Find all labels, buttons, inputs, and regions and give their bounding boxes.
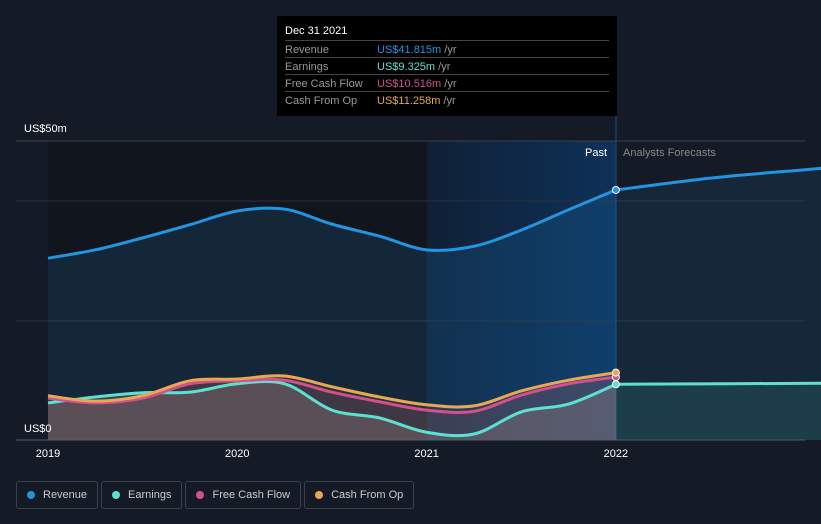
legend-dot-icon [27,491,35,499]
y-label-top: US$50m [24,123,67,135]
tooltip-row: Free Cash Flow US$10.516m /yr [285,74,609,92]
legend-label: Free Cash Flow [212,489,291,501]
tooltip-amount: US$41.815m [377,44,442,56]
tooltip-unit: /yr [438,61,451,73]
tooltip-amount: US$10.516m [377,78,442,90]
tooltip-row: Earnings US$9.325m /yr [285,57,609,75]
tooltip-value: US$9.325m /yr [377,61,450,73]
tooltip-label: Revenue [285,44,330,56]
x-tick-label: 2019 [36,448,60,460]
earnings-forecast-area [615,383,821,440]
legend-label: Cash From Op [331,489,404,501]
tooltip-unit: /yr [444,44,457,56]
tooltip-amount: US$11.258m [377,95,441,107]
legend-label: Earnings [128,489,172,501]
tooltip-row: Cash From Op US$11.258m /yr [285,91,609,109]
legend-dot-icon [315,491,324,499]
legend-item-cash-from-op[interactable]: Cash From Op [304,481,415,509]
revenue-point [611,185,620,194]
tooltip-amount: US$9.325m [377,61,436,73]
cash-from-op-point [611,368,620,377]
tooltip-label: Earnings [285,61,329,73]
tooltip-value: US$11.258m /yr [377,95,456,107]
legend-label: Revenue [43,489,88,501]
x-tick-label: 2022 [604,448,628,460]
forecast-label: Analysts Forecasts [623,147,716,159]
legend-item-revenue[interactable]: Revenue [16,481,99,509]
tooltip-date: Dec 31 2021 [285,25,348,37]
tooltip-value: US$10.516m /yr [377,78,457,90]
legend-dot-icon [112,491,121,499]
legend-item-free-cash-flow[interactable]: Free Cash Flow [185,481,302,509]
tooltip: Dec 31 2021 Revenue US$41.815m /yr Earning… [277,16,617,116]
legend-item-earnings[interactable]: Earnings [101,481,183,509]
tooltip-unit: /yr [443,95,456,107]
earnings-point [611,380,620,389]
tooltip-value: US$41.815m /yr [377,44,457,56]
tooltip-row: Revenue US$41.815m /yr [285,40,609,58]
y-label-bottom: US$0 [24,423,52,435]
tooltip-label: Free Cash Flow [285,78,363,90]
tooltip-unit: /yr [444,78,457,90]
earnings-forecast-line [615,381,821,386]
x-tick-label: 2020 [225,448,249,460]
tooltip-label: Cash From Op [285,95,358,107]
legend: Revenue Earnings Free Cash Flow Cash From O… [16,481,415,509]
legend-dot-icon [196,491,205,499]
past-label: Past [585,147,608,159]
x-tick-label: 2021 [414,448,438,460]
